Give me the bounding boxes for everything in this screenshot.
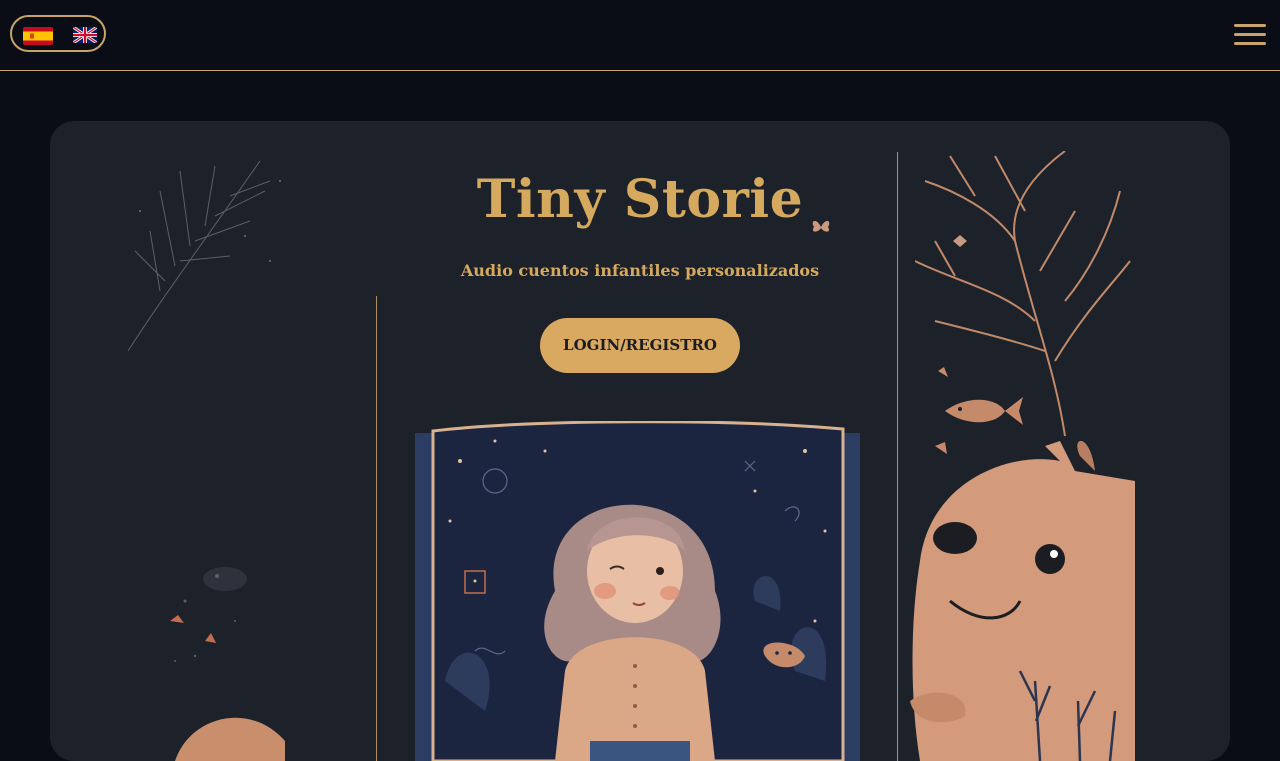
language-switcher — [10, 15, 106, 52]
hamburger-menu-icon[interactable] — [1234, 24, 1266, 46]
login-register-button[interactable]: LOGIN/REGISTRO — [540, 318, 740, 373]
left-divider — [376, 296, 377, 761]
butterfly-icon — [812, 220, 830, 232]
right-divider — [897, 152, 898, 761]
forest-critters-illustration-icon — [170, 567, 247, 662]
bear-cub-illustration — [910, 441, 1135, 761]
uk-flag-icon[interactable] — [73, 27, 97, 43]
spain-flag-icon[interactable] — [23, 27, 53, 45]
storybook-girl-illustration — [415, 421, 860, 761]
top-navigation-bar — [0, 0, 1280, 71]
fur-edge-illustration-icon — [175, 717, 285, 761]
hero-card: Tiny Storie Audio cuentos infantiles per… — [50, 121, 1230, 761]
small-bird-icon — [953, 235, 967, 247]
